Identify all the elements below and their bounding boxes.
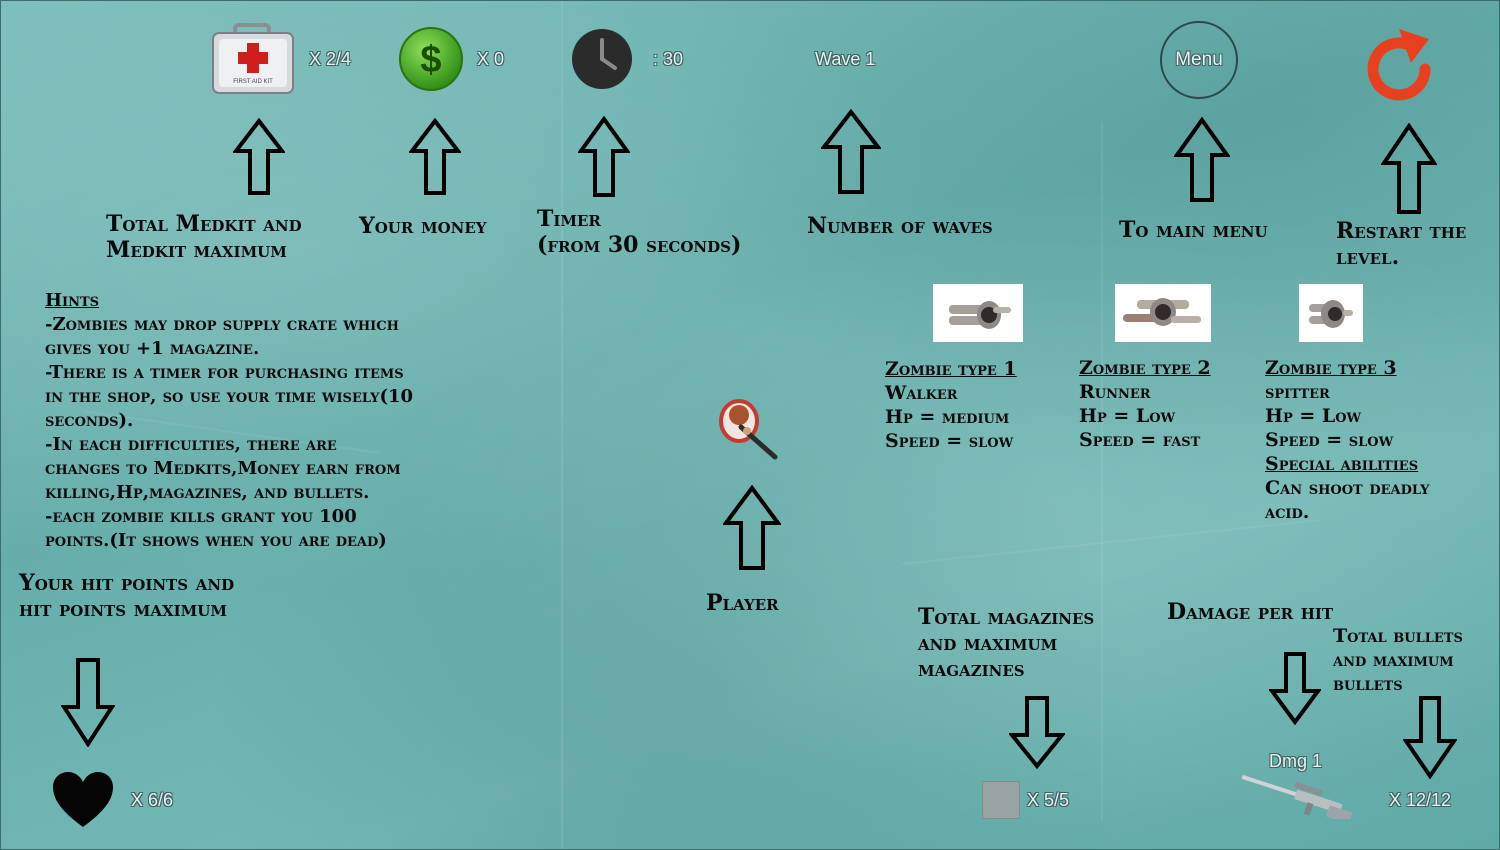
game-screen: FIRST AID KIT X 2/4 $ X 0 : 30 Wave 1 Me… [0,0,1500,850]
money-label: Your money [359,213,487,239]
zombie-special: Can shoot deadly [1265,477,1430,499]
bullet-count: X 12/12 [1389,790,1452,810]
zombie-stat: spitter [1265,381,1330,403]
hint-line: changes to Medkits,Money earn from [45,458,401,479]
hit-points-label-line: Your hit points and [19,570,235,596]
up-arrow [578,116,630,198]
zombie-type-2-info: Zombie type 2 Runner Hp = Low Speed = fa… [1079,356,1211,452]
zombie-stat: Hp = Low [1265,405,1362,427]
magazines-label-line: and maximum [918,630,1058,656]
main-menu-label: To main menu [1119,217,1268,243]
hint-line: -Zombies may drop supply crate which [45,314,399,335]
zombie-type-3-info: Zombie type 3 spitter Hp = Low Speed = s… [1265,356,1429,524]
bullets-label-line: bullets [1333,673,1403,695]
zombie-stat: Speed = fast [1079,429,1201,451]
up-arrow [409,118,461,196]
zombie-title: Zombie type 1 [885,358,1017,380]
restart-icon[interactable] [1363,23,1435,101]
bullets-label: Total bullets and maximum bullets [1333,624,1463,696]
background-crack [1101,121,1103,821]
hint-line: seconds). [45,410,134,431]
zombie-stat: Runner [1079,381,1151,403]
magazines-label-line: Total magazines [918,604,1095,630]
down-arrow [1403,695,1457,779]
clock-icon [571,28,633,90]
zombie-type-3-sprite [1299,284,1363,342]
money-count: X 0 [477,49,505,69]
zombie-title: Zombie type 2 [1079,357,1211,379]
zombie-stat: Speed = slow [1265,429,1394,451]
timer-label: Timer (from 30 seconds) [537,206,741,258]
zombie-stat: Speed = slow [885,430,1014,452]
zombie-special: acid. [1265,501,1310,523]
magazine-icon [982,781,1020,819]
timer-label-line: Timer [537,206,601,232]
restart-label-line: Restart the [1336,218,1467,244]
zombie-type-1-sprite [933,284,1023,342]
wave-counter: Wave 1 [815,49,876,69]
damage-value: Dmg 1 [1269,751,1323,771]
sniper-rifle-icon [1235,773,1361,824]
hints-panel: Hints -Zombies may drop supply crate whi… [45,289,413,553]
bullets-label-line: Total bullets [1333,625,1463,647]
medkit-count: X 2/4 [309,49,352,69]
bullets-label-line: and maximum [1333,649,1454,671]
svg-text:FIRST AID KIT: FIRST AID KIT [233,79,273,85]
player-sprite [713,393,783,463]
zombie-type-1-info: Zombie type 1 Walker Hp = medium Speed =… [885,357,1017,453]
hint-line: gives you +1 magazine. [45,338,260,359]
menu-button[interactable]: Menu [1160,21,1238,99]
damage-label: Damage per hit [1167,599,1334,625]
background-crack [561,1,563,849]
hint-line: killing,Hp,magazines, and bullets. [45,482,370,503]
svg-text:$: $ [420,39,441,81]
down-arrow [61,657,115,747]
up-arrow [1174,117,1230,203]
up-arrow [723,485,781,571]
medkit-label-line: Medkit maximum [106,237,287,263]
zombie-type-2-sprite [1115,284,1211,342]
magazines-label: Total magazines and maximum magazines [918,604,1094,682]
waves-label: Number of waves [807,213,993,239]
hint-line: -In each difficulties, there are [45,434,337,455]
zombie-stat: Walker [885,382,958,404]
background-crack [902,519,1320,565]
zombie-stat: Hp = medium [885,406,1010,428]
hp-count: X 6/6 [131,790,174,810]
up-arrow [821,109,881,195]
dollar-coin-icon: $ [398,26,464,92]
timer-value: : 30 [653,49,684,69]
restart-label-line: level. [1336,244,1400,270]
zombie-title: Zombie type 3 [1265,357,1397,379]
hint-line: -each zombie kills grant you 100 [45,506,357,527]
hints-title: Hints [45,290,100,311]
menu-button-label: Menu [1175,49,1223,70]
down-arrow [1269,651,1321,725]
down-arrow [1009,695,1065,769]
magazine-count: X 5/5 [1027,790,1070,810]
up-arrow [233,118,285,196]
magazines-label-line: magazines [918,656,1025,682]
hint-line: points.(It shows when you are dead) [45,530,387,551]
timer-label-line: (from 30 seconds) [537,232,742,258]
hint-line: -There is a timer for purchasing items [45,362,404,383]
zombie-stat: Hp = Low [1079,405,1176,427]
up-arrow [1381,123,1437,215]
restart-label: Restart the level. [1336,218,1466,270]
medkit-label: Total Medkit and Medkit maximum [106,211,302,263]
heart-icon [51,771,115,829]
first-aid-kit-icon: FIRST AID KIT [211,23,295,95]
medkit-label-line: Total Medkit and [106,211,302,237]
hit-points-label-line: hit points maximum [19,596,227,622]
zombie-special-title: Special abilities [1265,453,1419,475]
hit-points-label: Your hit points and hit points maximum [19,570,234,622]
player-label: Player [706,590,779,616]
hint-line: in the shop, so use your time wisely(10 [45,386,414,407]
